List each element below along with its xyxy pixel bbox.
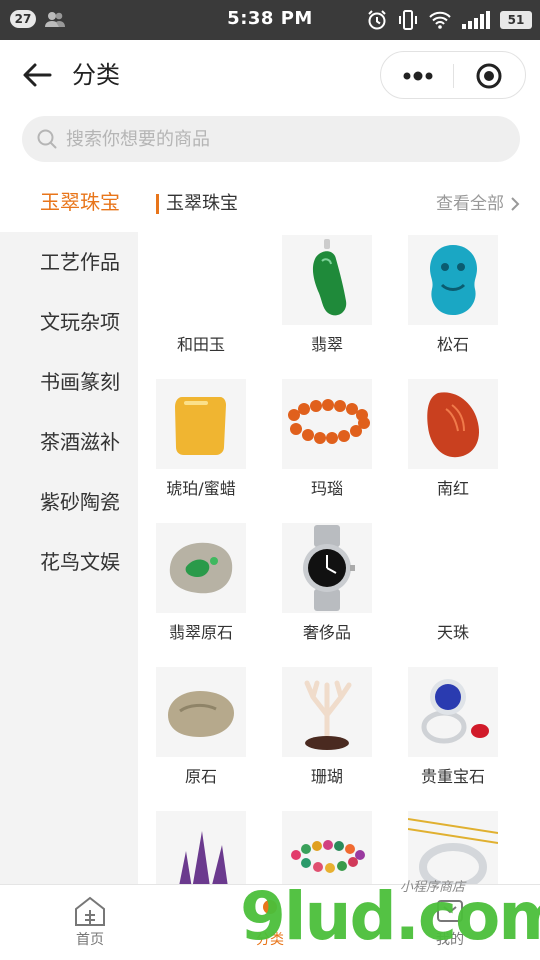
view-all-label: 查看全部 [436, 194, 504, 214]
section-title: 玉翠珠宝 [166, 193, 238, 214]
silver-bangle-image [408, 818, 498, 884]
product-label[interactable]: 珊瑚 [264, 763, 390, 787]
tab-profile[interactable]: 我的 [360, 885, 540, 960]
tab-label: 分类 [256, 932, 284, 948]
category-sidebar: 玉翠珠宝 工艺作品 文玩杂项 书画篆刻 茶酒滋补 紫砂陶瓷 花鸟文娱 [0, 172, 138, 884]
vibrate-icon [399, 10, 417, 30]
status-icons: 51 [366, 8, 532, 32]
product-thumb-jadeite[interactable] [282, 235, 372, 325]
sidebar-item-label: 文玩杂项 [40, 310, 120, 334]
tourmaline-bracelet-image [291, 840, 365, 873]
nav-header: 分类 [0, 40, 540, 110]
sidebar-item-jade-jewelry[interactable]: 玉翠珠宝 [0, 172, 138, 232]
sidebar-item-label: 工艺作品 [40, 250, 120, 274]
sidebar-item-tea-wine[interactable]: 茶酒滋补 [0, 412, 138, 472]
turquoise-carving-image [430, 245, 477, 315]
wifi-icon [429, 11, 451, 29]
product-thumb-turquoise[interactable] [408, 235, 498, 325]
product-thumb-rough-jadeite[interactable] [156, 523, 246, 613]
amethyst-cluster-image [179, 831, 228, 884]
search-icon [37, 129, 57, 149]
red-agate-carving-image [427, 392, 480, 458]
product-thumb-coral[interactable] [282, 667, 372, 757]
product-thumb-silver[interactable] [408, 811, 498, 884]
mini-program-capsule [380, 51, 526, 99]
sapphire-ring-image [421, 679, 489, 744]
agate-bracelet-image [288, 399, 370, 444]
product-label[interactable]: 南红 [390, 475, 516, 499]
sidebar-item-collectibles[interactable]: 文玩杂项 [0, 292, 138, 352]
capsule-divider [453, 64, 454, 88]
product-thumb-amber[interactable] [156, 379, 246, 469]
product-label[interactable]: 原石 [138, 763, 264, 787]
product-label[interactable]: 和田玉 [138, 331, 264, 355]
chevron-right-icon [511, 197, 520, 211]
coral-image [304, 680, 352, 750]
bottom-tab-bar: 首页 分类 我的 [0, 884, 540, 960]
category-icon [263, 900, 277, 914]
product-label[interactable]: 奢侈品 [264, 619, 390, 643]
product-thumb-nanhong[interactable] [408, 379, 498, 469]
search-bar[interactable] [22, 116, 520, 162]
sidebar-item-label: 书画篆刻 [40, 370, 120, 394]
product-thumb-gemstone[interactable] [408, 667, 498, 757]
product-thumb-tourmaline[interactable] [282, 811, 372, 884]
sidebar-item-pottery[interactable]: 紫砂陶瓷 [0, 472, 138, 532]
jadeite-pendant-image [312, 239, 347, 316]
home-icon [75, 896, 105, 926]
product-label[interactable]: 松石 [390, 331, 516, 355]
product-thumb-amethyst[interactable] [156, 811, 246, 884]
status-bar: 27 5:38 PM 51 [0, 0, 540, 40]
product-label[interactable]: 琥珀/蜜蜡 [138, 475, 264, 499]
section-accent-bar [156, 194, 159, 214]
raw-stone-image [168, 691, 234, 737]
battery-level: 51 [500, 11, 532, 29]
view-all-link[interactable]: 查看全部 [436, 190, 520, 218]
sidebar-item-pets-leisure[interactable]: 花鸟文娱 [0, 532, 138, 592]
tab-home[interactable]: 首页 [0, 885, 180, 960]
rough-jadeite-image [169, 542, 233, 594]
product-thumb-raw-stone[interactable] [156, 667, 246, 757]
sidebar-item-label: 花鸟文娱 [40, 550, 120, 574]
sidebar-item-crafts[interactable]: 工艺作品 [0, 232, 138, 292]
sidebar-item-label: 紫砂陶瓷 [40, 490, 120, 514]
sidebar-item-label: 玉翠珠宝 [40, 190, 120, 214]
sidebar-item-calligraphy[interactable]: 书画篆刻 [0, 352, 138, 412]
signal-icon [462, 11, 490, 29]
page-title: 分类 [72, 61, 120, 89]
more-options-icon[interactable] [401, 64, 435, 88]
search-input[interactable] [66, 116, 506, 162]
amber-block-image [175, 397, 226, 455]
close-mini-program-icon[interactable] [475, 62, 503, 90]
product-thumb-agate[interactable] [282, 379, 372, 469]
profile-icon [437, 900, 463, 922]
alarm-icon [368, 10, 386, 30]
luxury-watch-image [303, 525, 355, 611]
product-label[interactable]: 玛瑙 [264, 475, 390, 499]
tab-label: 首页 [76, 932, 104, 948]
product-label[interactable]: 翡翠原石 [138, 619, 264, 643]
product-thumb-luxury[interactable] [282, 523, 372, 613]
product-label[interactable]: 贵重宝石 [390, 763, 516, 787]
tab-label: 我的 [436, 932, 464, 948]
product-thumb-dzi[interactable] [408, 523, 498, 613]
category-content: 玉翠珠宝 查看全部 和田玉 翡翠 松石 琥珀/蜜蜡 玛瑙 南红 翡翠原石 奢侈品… [138, 172, 540, 884]
back-arrow-icon[interactable] [20, 58, 54, 92]
sidebar-item-label: 茶酒滋补 [40, 430, 120, 454]
tab-category[interactable]: 分类 [180, 885, 360, 960]
product-label[interactable]: 翡翠 [264, 331, 390, 355]
product-thumb-hetian[interactable] [156, 235, 246, 325]
product-label[interactable]: 天珠 [390, 619, 516, 643]
